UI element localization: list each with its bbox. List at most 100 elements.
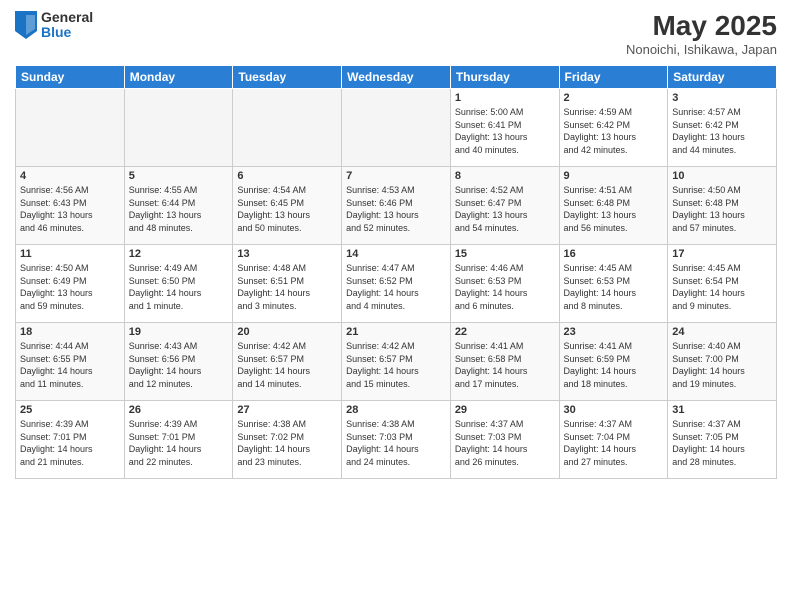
day-number: 1 <box>455 92 555 104</box>
day-number: 12 <box>129 248 229 260</box>
day-number: 24 <box>672 326 772 338</box>
day-info: Sunrise: 4:38 AM Sunset: 7:03 PM Dayligh… <box>346 418 446 468</box>
day-info: Sunrise: 4:38 AM Sunset: 7:02 PM Dayligh… <box>237 418 337 468</box>
day-info: Sunrise: 4:50 AM Sunset: 6:48 PM Dayligh… <box>672 184 772 234</box>
calendar-cell-w3-d3: 14 Sunrise: 4:47 AM Sunset: 6:52 PM Dayli… <box>342 245 451 323</box>
calendar-cell-w3-d0: 11 Sunrise: 4:50 AM Sunset: 6:49 PM Dayli… <box>16 245 125 323</box>
header-friday: Friday <box>559 66 668 89</box>
day-info: Sunrise: 4:41 AM Sunset: 6:59 PM Dayligh… <box>564 340 664 390</box>
calendar-cell-w2-d3: 7 Sunrise: 4:53 AM Sunset: 6:46 PM Daylig… <box>342 167 451 245</box>
day-number: 26 <box>129 404 229 416</box>
calendar-cell-w3-d6: 17Sunrise: 4:45 AM Sunset: 6:54 PM Dayli… <box>668 245 777 323</box>
day-number: 23 <box>564 326 664 338</box>
calendar-cell-w1-d4: 1Sunrise: 5:00 AM Sunset: 6:41 PM Daylig… <box>450 89 559 167</box>
calendar-cell-w5-d4: 29Sunrise: 4:37 AM Sunset: 7:03 PM Dayli… <box>450 401 559 479</box>
day-info: Sunrise: 4:50 AM Sunset: 6:49 PM Dayligh… <box>20 262 120 312</box>
day-number: 22 <box>455 326 555 338</box>
calendar-cell-w4-d4: 22 Sunrise: 4:41 AM Sunset: 6:58 PM Dayli… <box>450 323 559 401</box>
day-info: Sunrise: 4:41 AM Sunset: 6:58 PM Dayligh… <box>455 340 555 390</box>
day-info: Sunrise: 4:39 AM Sunset: 7:01 PM Dayligh… <box>20 418 120 468</box>
week-row-5: 25Sunrise: 4:39 AM Sunset: 7:01 PM Dayli… <box>16 401 777 479</box>
header-wednesday: Wednesday <box>342 66 451 89</box>
month-title: May 2025 <box>626 10 777 42</box>
day-number: 17 <box>672 248 772 260</box>
calendar-cell-w2-d5: 9Sunrise: 4:51 AM Sunset: 6:48 PM Daylig… <box>559 167 668 245</box>
calendar-cell-w2-d1: 5Sunrise: 4:55 AM Sunset: 6:44 PM Daylig… <box>124 167 233 245</box>
calendar-cell-w3-d5: 16 Sunrise: 4:45 AM Sunset: 6:53 PM Dayli… <box>559 245 668 323</box>
calendar-cell-w4-d5: 23 Sunrise: 4:41 AM Sunset: 6:59 PM Dayli… <box>559 323 668 401</box>
header-monday: Monday <box>124 66 233 89</box>
calendar-cell-w5-d5: 30 Sunrise: 4:37 AM Sunset: 7:04 PM Dayli… <box>559 401 668 479</box>
calendar-cell-w5-d6: 31Sunrise: 4:37 AM Sunset: 7:05 PM Dayli… <box>668 401 777 479</box>
day-info: Sunrise: 4:51 AM Sunset: 6:48 PM Dayligh… <box>564 184 664 234</box>
day-number: 14 <box>346 248 446 260</box>
day-number: 30 <box>564 404 664 416</box>
week-row-3: 11 Sunrise: 4:50 AM Sunset: 6:49 PM Dayli… <box>16 245 777 323</box>
calendar-cell-w5-d3: 28Sunrise: 4:38 AM Sunset: 7:03 PM Dayli… <box>342 401 451 479</box>
day-number: 19 <box>129 326 229 338</box>
calendar-cell-w2-d6: 10 Sunrise: 4:50 AM Sunset: 6:48 PM Dayli… <box>668 167 777 245</box>
calendar-cell-w3-d4: 15 Sunrise: 4:46 AM Sunset: 6:53 PM Dayli… <box>450 245 559 323</box>
calendar-cell-w2-d2: 6 Sunrise: 4:54 AM Sunset: 6:45 PM Daylig… <box>233 167 342 245</box>
logo: General Blue <box>15 10 93 41</box>
day-info: Sunrise: 4:48 AM Sunset: 6:51 PM Dayligh… <box>237 262 337 312</box>
calendar-cell-w4-d2: 20 Sunrise: 4:42 AM Sunset: 6:57 PM Dayli… <box>233 323 342 401</box>
page-header: General Blue May 2025 Nonoichi, Ishikawa… <box>15 10 777 57</box>
week-row-4: 18Sunrise: 4:44 AM Sunset: 6:55 PM Dayli… <box>16 323 777 401</box>
day-number: 13 <box>237 248 337 260</box>
calendar-cell-w1-d1 <box>124 89 233 167</box>
day-number: 8 <box>455 170 555 182</box>
calendar-cell-w5-d1: 26 Sunrise: 4:39 AM Sunset: 7:01 PM Dayli… <box>124 401 233 479</box>
calendar-cell-w5-d2: 27 Sunrise: 4:38 AM Sunset: 7:02 PM Dayli… <box>233 401 342 479</box>
calendar: Sunday Monday Tuesday Wednesday Thursday… <box>15 65 777 479</box>
calendar-cell-w4-d0: 18Sunrise: 4:44 AM Sunset: 6:55 PM Dayli… <box>16 323 125 401</box>
calendar-cell-w1-d3 <box>342 89 451 167</box>
day-number: 3 <box>672 92 772 104</box>
calendar-cell-w4-d6: 24 Sunrise: 4:40 AM Sunset: 7:00 PM Dayli… <box>668 323 777 401</box>
day-number: 29 <box>455 404 555 416</box>
calendar-cell-w2-d4: 8Sunrise: 4:52 AM Sunset: 6:47 PM Daylig… <box>450 167 559 245</box>
day-info: Sunrise: 4:40 AM Sunset: 7:00 PM Dayligh… <box>672 340 772 390</box>
header-saturday: Saturday <box>668 66 777 89</box>
day-info: Sunrise: 4:45 AM Sunset: 6:53 PM Dayligh… <box>564 262 664 312</box>
day-number: 10 <box>672 170 772 182</box>
calendar-cell-w4-d1: 19Sunrise: 4:43 AM Sunset: 6:56 PM Dayli… <box>124 323 233 401</box>
header-thursday: Thursday <box>450 66 559 89</box>
calendar-cell-w1-d6: 3 Sunrise: 4:57 AM Sunset: 6:42 PM Daylig… <box>668 89 777 167</box>
day-number: 20 <box>237 326 337 338</box>
day-info: Sunrise: 4:47 AM Sunset: 6:52 PM Dayligh… <box>346 262 446 312</box>
day-info: Sunrise: 4:53 AM Sunset: 6:46 PM Dayligh… <box>346 184 446 234</box>
day-number: 16 <box>564 248 664 260</box>
week-row-2: 4 Sunrise: 4:56 AM Sunset: 6:43 PM Daylig… <box>16 167 777 245</box>
day-number: 6 <box>237 170 337 182</box>
day-number: 7 <box>346 170 446 182</box>
calendar-cell-w4-d3: 21Sunrise: 4:42 AM Sunset: 6:57 PM Dayli… <box>342 323 451 401</box>
day-info: Sunrise: 4:59 AM Sunset: 6:42 PM Dayligh… <box>564 106 664 156</box>
day-info: Sunrise: 4:42 AM Sunset: 6:57 PM Dayligh… <box>237 340 337 390</box>
day-number: 27 <box>237 404 337 416</box>
day-info: Sunrise: 4:37 AM Sunset: 7:04 PM Dayligh… <box>564 418 664 468</box>
day-number: 21 <box>346 326 446 338</box>
calendar-cell-w5-d0: 25Sunrise: 4:39 AM Sunset: 7:01 PM Dayli… <box>16 401 125 479</box>
day-info: Sunrise: 4:56 AM Sunset: 6:43 PM Dayligh… <box>20 184 120 234</box>
day-info: Sunrise: 4:37 AM Sunset: 7:05 PM Dayligh… <box>672 418 772 468</box>
day-number: 15 <box>455 248 555 260</box>
logo-general-text: General <box>41 10 93 25</box>
day-info: Sunrise: 4:46 AM Sunset: 6:53 PM Dayligh… <box>455 262 555 312</box>
calendar-cell-w3-d2: 13 Sunrise: 4:48 AM Sunset: 6:51 PM Dayli… <box>233 245 342 323</box>
day-number: 11 <box>20 248 120 260</box>
title-block: May 2025 Nonoichi, Ishikawa, Japan <box>626 10 777 57</box>
day-info: Sunrise: 4:54 AM Sunset: 6:45 PM Dayligh… <box>237 184 337 234</box>
week-row-1: 1Sunrise: 5:00 AM Sunset: 6:41 PM Daylig… <box>16 89 777 167</box>
calendar-cell-w1-d2 <box>233 89 342 167</box>
day-info: Sunrise: 4:44 AM Sunset: 6:55 PM Dayligh… <box>20 340 120 390</box>
day-info: Sunrise: 4:39 AM Sunset: 7:01 PM Dayligh… <box>129 418 229 468</box>
calendar-cell-w1-d0 <box>16 89 125 167</box>
calendar-cell-w1-d5: 2Sunrise: 4:59 AM Sunset: 6:42 PM Daylig… <box>559 89 668 167</box>
day-number: 5 <box>129 170 229 182</box>
day-number: 4 <box>20 170 120 182</box>
calendar-cell-w2-d0: 4 Sunrise: 4:56 AM Sunset: 6:43 PM Daylig… <box>16 167 125 245</box>
weekday-header-row: Sunday Monday Tuesday Wednesday Thursday… <box>16 66 777 89</box>
calendar-cell-w3-d1: 12Sunrise: 4:49 AM Sunset: 6:50 PM Dayli… <box>124 245 233 323</box>
day-info: Sunrise: 4:57 AM Sunset: 6:42 PM Dayligh… <box>672 106 772 156</box>
